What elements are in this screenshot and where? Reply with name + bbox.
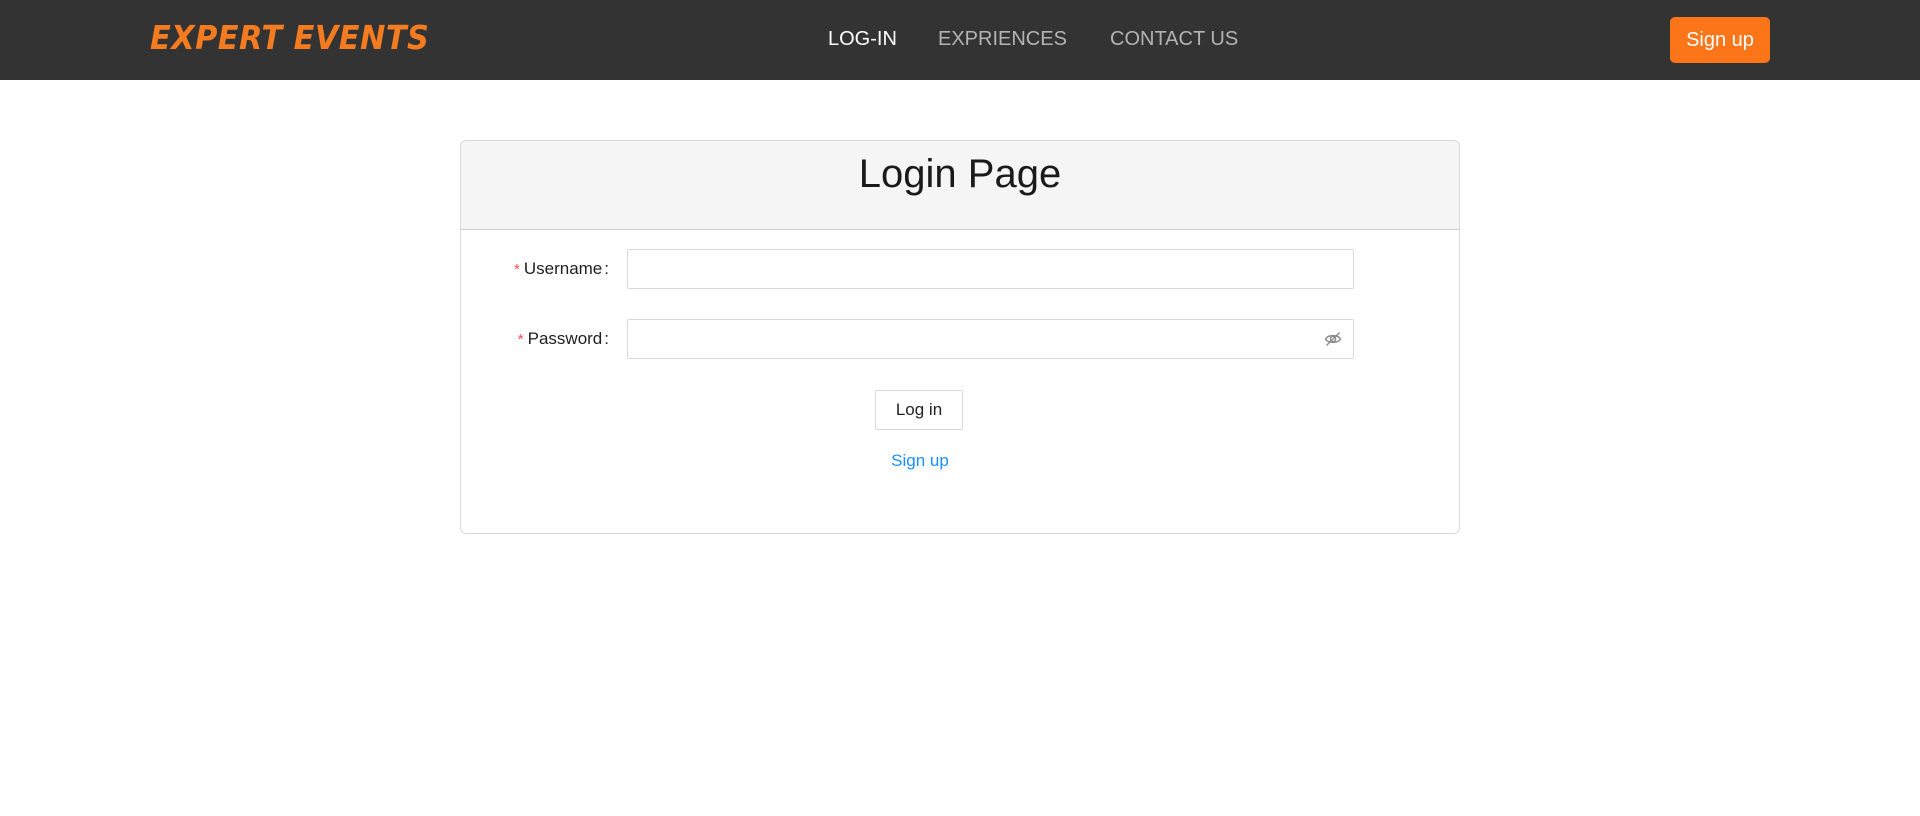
required-mark: * xyxy=(517,331,524,348)
top-navbar: EXPERT EVENTS LOG-IN EXPRIENCES CONTACT … xyxy=(0,0,1920,80)
nav-link-login[interactable]: LOG-IN xyxy=(828,28,897,51)
password-label: * Password: xyxy=(517,329,609,348)
page-title: Login Page xyxy=(858,152,1062,196)
required-mark: * xyxy=(514,261,520,278)
eye-invisible-icon[interactable] xyxy=(1324,330,1342,348)
username-label: * Username: xyxy=(514,259,609,278)
username-input[interactable] xyxy=(627,249,1354,289)
nav-link-contact-us[interactable]: CONTACT US xyxy=(1110,28,1238,51)
login-card-header: Login Page xyxy=(461,141,1459,230)
login-button[interactable]: Log in xyxy=(875,390,963,430)
password-input[interactable] xyxy=(627,319,1354,359)
username-row: * Username: xyxy=(461,249,1459,291)
signup-link[interactable]: Sign up xyxy=(461,451,1379,471)
login-card: Login Page * Username: * Password: Log in … xyxy=(460,140,1460,534)
brand-logo[interactable]: EXPERT EVENTS xyxy=(150,18,429,57)
nav-link-experiences[interactable]: EXPRIENCES xyxy=(938,28,1067,51)
nav-signup-button[interactable]: Sign up xyxy=(1670,17,1770,63)
password-row: * Password: xyxy=(461,319,1459,361)
